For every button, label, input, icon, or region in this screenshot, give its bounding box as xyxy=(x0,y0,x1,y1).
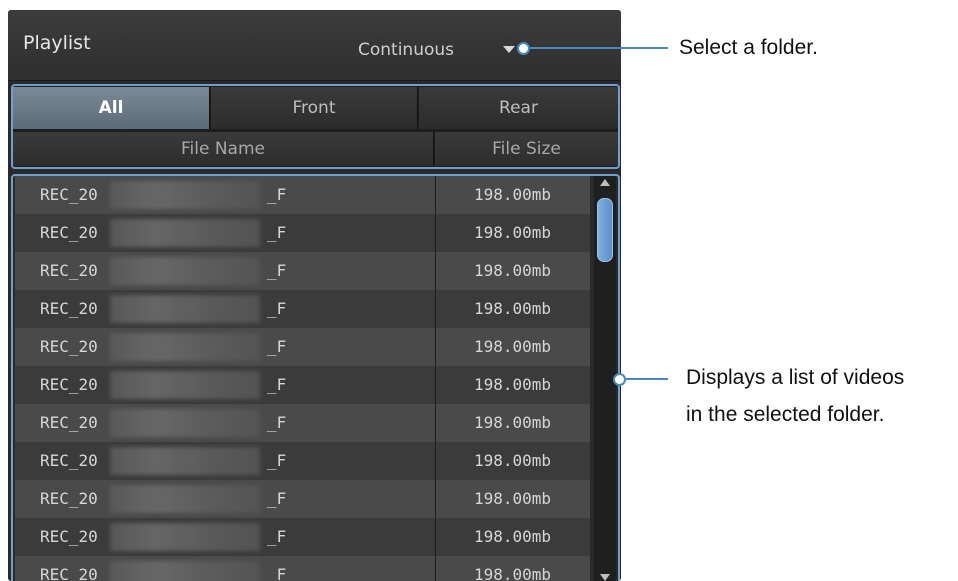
file-name-suffix: _F xyxy=(267,337,287,356)
file-size: 198.00mb xyxy=(473,337,552,356)
file-list: REC_20 _F 198.00mb REC_20 _F 198.00mb REC_20 _F… xyxy=(11,174,620,581)
redacted-file-name xyxy=(110,333,260,361)
tab-front[interactable]: Front xyxy=(211,87,418,129)
redacted-file-name xyxy=(110,409,260,437)
file-size: 198.00mb xyxy=(473,223,552,242)
file-name-suffix: _F xyxy=(267,527,287,546)
file-name-prefix: REC_20 xyxy=(40,451,98,470)
file-size: 198.00mb xyxy=(473,451,552,470)
column-header-file-size[interactable]: File Size xyxy=(435,132,618,166)
redacted-file-name xyxy=(110,219,260,247)
table-row[interactable]: REC_20 _F 198.00mb xyxy=(15,442,590,480)
callout-dot-folder xyxy=(517,42,530,55)
file-name-prefix: REC_20 xyxy=(40,185,98,204)
file-name-prefix: REC_20 xyxy=(40,261,98,280)
table-row[interactable]: REC_20 _F 198.00mb xyxy=(15,252,590,290)
redacted-file-name xyxy=(110,181,260,209)
file-size: 198.00mb xyxy=(473,565,552,581)
file-name-suffix: _F xyxy=(267,451,287,470)
redacted-file-name xyxy=(110,447,260,475)
redacted-file-name xyxy=(110,257,260,285)
redacted-file-name xyxy=(110,485,260,513)
file-name-suffix: _F xyxy=(267,299,287,318)
file-name-prefix: REC_20 xyxy=(40,413,98,432)
table-row[interactable]: REC_20 _F 198.00mb xyxy=(15,214,590,252)
redacted-file-name xyxy=(110,523,260,551)
file-name-suffix: _F xyxy=(267,223,287,242)
file-name-prefix: REC_20 xyxy=(40,489,98,508)
folder-tabs: All Front Rear File Name File Size xyxy=(11,84,620,169)
table-row[interactable]: REC_20 _F 198.00mb xyxy=(15,176,590,214)
file-name-prefix: REC_20 xyxy=(40,299,98,318)
file-size: 198.00mb xyxy=(473,489,552,508)
file-rows: REC_20 _F 198.00mb REC_20 _F 198.00mb REC_20 _F… xyxy=(15,176,590,581)
file-name-prefix: REC_20 xyxy=(40,375,98,394)
table-row[interactable]: REC_20 _F 198.00mb xyxy=(15,404,590,442)
file-name-suffix: _F xyxy=(267,565,287,581)
file-name-suffix: _F xyxy=(267,185,287,204)
table-row[interactable]: REC_20 _F 198.00mb xyxy=(15,290,590,328)
table-row[interactable]: REC_20 _F 198.00mb xyxy=(15,366,590,404)
table-row[interactable]: REC_20 _F 198.00mb xyxy=(15,328,590,366)
file-name-suffix: _F xyxy=(267,375,287,394)
column-header-file-name[interactable]: File Name xyxy=(13,132,434,166)
tab-rear[interactable]: Rear xyxy=(419,87,618,129)
callout-line-folder xyxy=(530,47,668,49)
callout-dot-list xyxy=(613,373,626,386)
file-size: 198.00mb xyxy=(473,185,552,204)
file-name-prefix: REC_20 xyxy=(40,527,98,546)
file-size: 198.00mb xyxy=(473,527,552,546)
file-size: 198.00mb xyxy=(473,375,552,394)
file-name-prefix: REC_20 xyxy=(40,223,98,242)
playlist-title: Playlist xyxy=(23,32,91,54)
scroll-up-icon[interactable] xyxy=(600,179,610,186)
file-name-suffix: _F xyxy=(267,489,287,508)
table-row[interactable]: REC_20 _F 198.00mb xyxy=(15,480,590,518)
table-row[interactable]: REC_20 _F 198.00mb xyxy=(15,556,590,581)
callout-text-list-line1: Displays a list of videos xyxy=(686,366,905,389)
callout-line-list xyxy=(626,378,668,380)
file-name-prefix: REC_20 xyxy=(40,565,98,581)
callout-text-folder: Select a folder. xyxy=(679,36,818,59)
tab-all[interactable]: All xyxy=(13,87,210,129)
playlist-panel: Playlist Continuous All Front Rear File … xyxy=(8,10,621,581)
scroll-down-icon[interactable] xyxy=(600,574,610,581)
redacted-file-name xyxy=(110,295,260,323)
file-size: 198.00mb xyxy=(473,299,552,318)
scrollbar-thumb[interactable] xyxy=(597,198,613,262)
file-name-suffix: _F xyxy=(267,413,287,432)
file-name-prefix: REC_20 xyxy=(40,337,98,356)
redacted-file-name xyxy=(110,561,260,581)
file-size: 198.00mb xyxy=(473,413,552,432)
table-row[interactable]: REC_20 _F 198.00mb xyxy=(15,518,590,556)
file-size: 198.00mb xyxy=(473,261,552,280)
file-name-suffix: _F xyxy=(267,261,287,280)
redacted-file-name xyxy=(110,371,260,399)
playback-mode-dropdown[interactable]: Continuous xyxy=(358,40,454,60)
dropdown-arrow-icon[interactable] xyxy=(503,46,515,53)
callout-text-list-line2: in the selected folder. xyxy=(686,403,885,426)
